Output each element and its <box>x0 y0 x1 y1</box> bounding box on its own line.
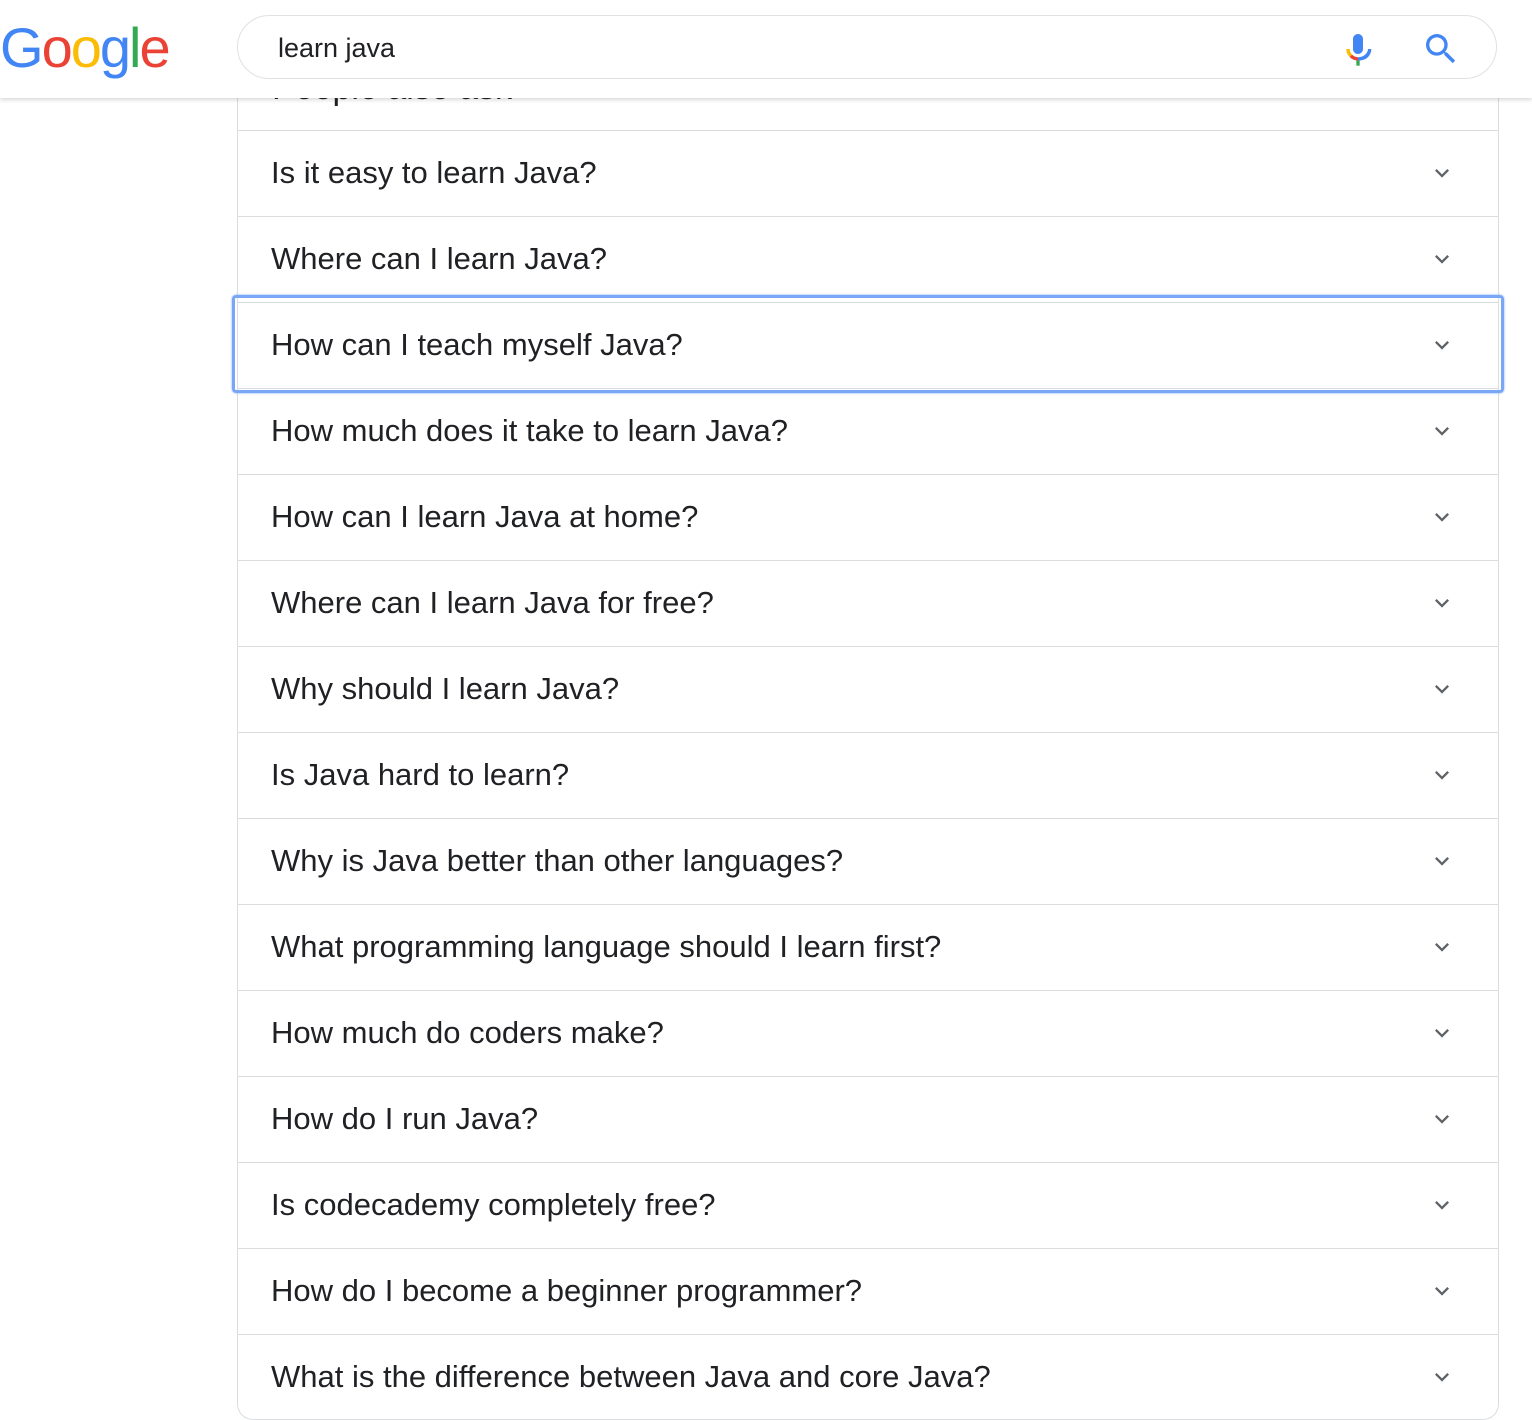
people-also-ask-list: Is it easy to learn Java? Where can I lea… <box>232 130 1504 1420</box>
chevron-down-icon[interactable] <box>1428 675 1456 703</box>
paa-question-text: What programming language should I learn… <box>271 929 942 964</box>
paa-question-text: Where can I learn Java for free? <box>271 585 714 620</box>
people-also-ask-panel: People also ask Is it easy to learn Java… <box>232 40 1504 1420</box>
mic-icon[interactable] <box>1338 29 1378 69</box>
header: Google <box>0 0 1532 98</box>
paa-question-item[interactable]: Is codecademy completely free? <box>238 1162 1498 1248</box>
search-icon[interactable] <box>1421 29 1461 69</box>
chevron-down-icon[interactable] <box>1428 245 1456 273</box>
chevron-down-icon[interactable] <box>1428 1019 1456 1047</box>
paa-question-text: Where can I learn Java? <box>271 241 608 276</box>
chevron-down-icon[interactable] <box>1428 589 1456 617</box>
paa-question-text: Is codecademy completely free? <box>271 1187 716 1222</box>
chevron-down-icon[interactable] <box>1428 933 1456 961</box>
chevron-down-icon[interactable] <box>1428 1105 1456 1133</box>
paa-question-item[interactable]: What is the difference between Java and … <box>238 1334 1498 1420</box>
paa-question-text: Is Java hard to learn? <box>271 757 570 792</box>
search-input[interactable] <box>278 26 1278 70</box>
paa-question-item[interactable]: How much does it take to learn Java? <box>238 388 1498 474</box>
paa-question-text: What is the difference between Java and … <box>271 1359 991 1394</box>
logo-letter: l <box>129 16 142 79</box>
chevron-down-icon[interactable] <box>1428 331 1456 359</box>
logo-letter: e <box>139 16 170 79</box>
paa-question-item[interactable]: How do I run Java? <box>238 1076 1498 1162</box>
chevron-down-icon[interactable] <box>1428 761 1456 789</box>
logo-letter: o <box>70 16 102 79</box>
paa-question-item[interactable]: Why is Java better than other languages? <box>238 818 1498 904</box>
paa-question-text: How much does it take to learn Java? <box>271 413 788 448</box>
paa-question-item[interactable]: Is it easy to learn Java? <box>238 130 1498 216</box>
paa-question-item[interactable]: How do I become a beginner programmer? <box>238 1248 1498 1334</box>
chevron-down-icon[interactable] <box>1428 1277 1456 1305</box>
paa-question-text: How much do coders make? <box>271 1015 664 1050</box>
chevron-down-icon[interactable] <box>1428 1191 1456 1219</box>
paa-question-item[interactable]: Why should I learn Java? <box>238 646 1498 732</box>
logo-letter: g <box>99 16 131 79</box>
paa-question-item[interactable]: Is Java hard to learn? <box>238 732 1498 818</box>
paa-question-text: Why is Java better than other languages? <box>271 843 844 878</box>
paa-question-item[interactable]: How can I learn Java at home? <box>238 474 1498 560</box>
paa-question-text: How can I learn Java at home? <box>271 499 699 534</box>
paa-question-item[interactable]: How can I teach myself Java? <box>232 295 1504 393</box>
paa-question-item[interactable]: How much do coders make? <box>238 990 1498 1076</box>
paa-question-item[interactable]: Where can I learn Java for free? <box>238 560 1498 646</box>
chevron-down-icon[interactable] <box>1428 159 1456 187</box>
paa-question-text: How can I teach myself Java? <box>271 327 683 362</box>
paa-question-item[interactable]: What programming language should I learn… <box>238 904 1498 990</box>
chevron-down-icon[interactable] <box>1428 417 1456 445</box>
paa-question-text: Is it easy to learn Java? <box>271 155 597 190</box>
google-logo[interactable]: Google <box>0 12 171 84</box>
chevron-down-icon[interactable] <box>1428 847 1456 875</box>
chevron-down-icon[interactable] <box>1428 503 1456 531</box>
logo-letter: G <box>0 16 44 79</box>
paa-question-item[interactable]: Where can I learn Java? <box>238 216 1498 302</box>
chevron-down-icon[interactable] <box>1428 1363 1456 1391</box>
paa-question-text: How do I become a beginner programmer? <box>271 1273 863 1308</box>
logo-letter: o <box>41 16 73 79</box>
paa-question-text: How do I run Java? <box>271 1101 539 1136</box>
paa-question-text: Why should I learn Java? <box>271 671 620 706</box>
search-box <box>237 15 1497 79</box>
search-results-page: People also ask Is it easy to learn Java… <box>0 0 1532 1420</box>
